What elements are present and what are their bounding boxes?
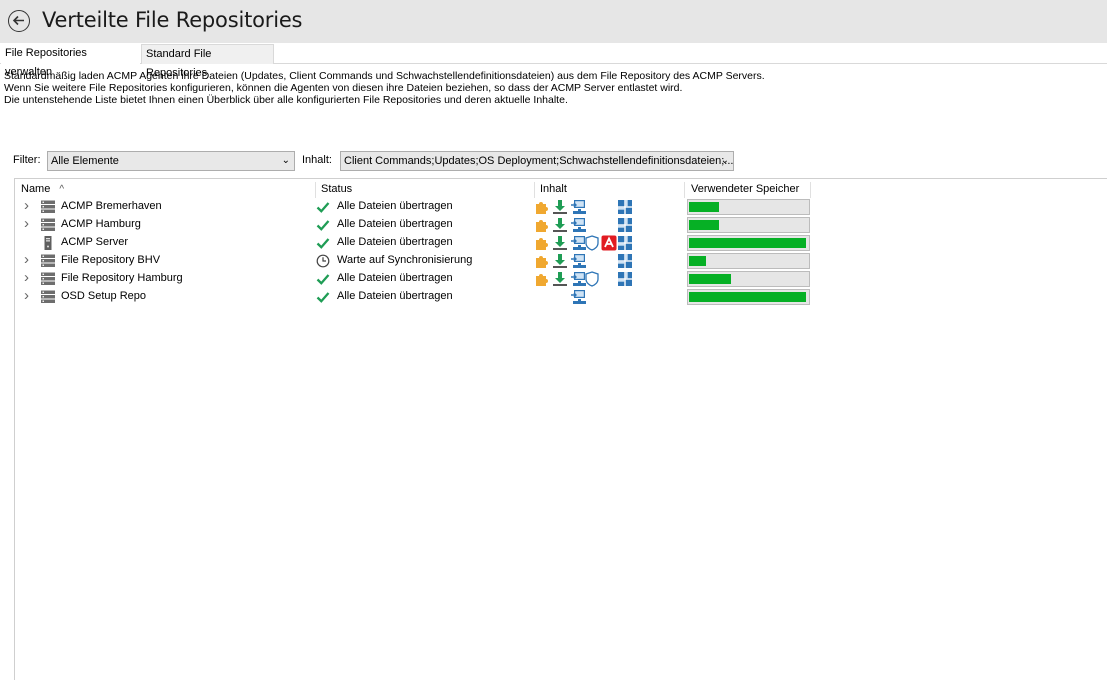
table-row[interactable]: ACMP Server Alle Dateien übertragen — [16, 234, 816, 252]
download-icon — [552, 271, 568, 287]
filter-label: Filter: — [13, 154, 41, 166]
storage-bar — [687, 289, 810, 305]
description-line: Wenn Sie weitere File Repositories konfi… — [4, 82, 683, 94]
shield-icon — [584, 235, 600, 251]
repository-name: OSD Setup Repo — [61, 290, 146, 302]
server-rack-icon — [40, 272, 56, 286]
repository-status: Alle Dateien übertragen — [337, 290, 453, 302]
storage-bar-fill — [689, 202, 719, 212]
download-icon — [552, 217, 568, 233]
content-filter-dropdown[interactable]: Client Commands;Updates;OS Deployment;Sc… — [340, 151, 734, 171]
download-icon — [552, 253, 568, 269]
repository-name: File Repository Hamburg — [61, 272, 183, 284]
filter-dropdown[interactable]: Alle Elemente ⌄ — [47, 151, 295, 171]
storage-bar-fill — [689, 238, 806, 248]
page-title: Verteilte File Repositories — [42, 8, 303, 32]
column-header-status[interactable]: Status — [316, 182, 535, 198]
puzzle-icon — [534, 199, 550, 215]
table-row[interactable]: › OSD Setup Repo Alle Dateien übertragen — [16, 287, 816, 306]
storage-bar-fill — [689, 256, 706, 266]
content-filter-value: Client Commands;Updates;OS Deployment;Sc… — [344, 155, 734, 167]
repository-name: ACMP Bremerhaven — [61, 200, 162, 212]
storage-bar-fill — [689, 292, 806, 302]
storage-bar-fill — [689, 274, 731, 284]
storage-bar — [687, 235, 810, 251]
repository-status: Warte auf Synchronisierung — [337, 254, 473, 266]
windows-icon — [617, 217, 633, 233]
table-row[interactable]: › ACMP Bremerhaven Alle Dateien übertragen — [16, 197, 816, 216]
storage-bar — [687, 253, 810, 269]
windows-icon — [617, 199, 633, 215]
download-icon — [552, 199, 568, 215]
avira-icon — [601, 235, 617, 251]
puzzle-icon — [534, 235, 550, 251]
tab-default-repositories[interactable]: Standard File Repositories — [141, 44, 274, 79]
os-deploy-icon — [570, 199, 586, 215]
repository-name: File Repository BHV — [61, 254, 161, 266]
column-header-content[interactable]: Inhalt — [535, 182, 685, 198]
column-header-label: Name — [21, 183, 51, 195]
table-row[interactable]: › ACMP Hamburg Alle Dateien übertragen — [16, 215, 816, 234]
os-deploy-icon — [570, 217, 586, 233]
storage-bar — [687, 271, 810, 287]
os-deploy-icon — [570, 253, 586, 269]
repository-name: ACMP Server — [61, 236, 129, 248]
server-rack-icon — [40, 254, 56, 268]
check-icon — [316, 236, 330, 250]
tab-bar: File Repositories verwalten Standard Fil… — [0, 44, 1107, 79]
puzzle-icon — [534, 253, 550, 269]
repository-name: ACMP Hamburg — [61, 218, 141, 230]
tab-manage-repositories[interactable]: File Repositories verwalten — [1, 44, 140, 78]
storage-bar-fill — [689, 220, 719, 230]
chevron-right-icon[interactable]: › — [24, 215, 34, 232]
table-row[interactable]: › File Repository Hamburg Alle Dateien übe… — [16, 269, 816, 288]
repository-status: Alle Dateien übertragen — [337, 218, 453, 230]
storage-bar — [687, 217, 810, 233]
windows-icon — [617, 235, 633, 251]
chevron-right-icon[interactable]: › — [24, 287, 34, 304]
back-arrow-icon[interactable] — [8, 10, 30, 32]
chevron-right-icon[interactable]: › — [24, 269, 34, 286]
check-icon — [316, 272, 330, 286]
description-line: Die untenstehende Liste bietet Ihnen ein… — [4, 94, 568, 106]
check-icon — [316, 200, 330, 214]
windows-icon — [617, 253, 633, 269]
sort-ascending-icon: ^ — [59, 184, 65, 195]
windows-icon — [617, 271, 633, 287]
title-bar: Verteilte File Repositories — [0, 0, 1107, 43]
table-row[interactable]: › File Repository BHV Warte auf Synchronis… — [16, 251, 816, 270]
column-header-name[interactable]: Name ^ — [16, 182, 316, 198]
shield-icon — [584, 271, 600, 287]
server-tower-icon — [40, 236, 56, 250]
download-icon — [552, 235, 568, 251]
repository-status: Alle Dateien übertragen — [337, 236, 453, 248]
chevron-down-icon: ⌄ — [720, 155, 729, 166]
server-rack-icon — [40, 200, 56, 214]
chevron-right-icon[interactable]: › — [24, 197, 34, 214]
check-icon — [316, 290, 330, 304]
column-header-storage[interactable]: Verwendeter Speicher — [686, 182, 811, 198]
chevron-down-icon: ⌄ — [281, 155, 290, 166]
storage-bar — [687, 199, 810, 215]
puzzle-icon — [534, 217, 550, 233]
clock-icon — [316, 254, 330, 268]
repository-status: Alle Dateien übertragen — [337, 272, 453, 284]
server-rack-icon — [40, 290, 56, 304]
description-text: Standardmäßig laden ACMP Agenten ihre Da… — [4, 70, 765, 106]
repository-status: Alle Dateien übertragen — [337, 200, 453, 212]
os-deploy-icon — [570, 289, 586, 305]
chevron-right-icon[interactable]: › — [24, 251, 34, 268]
content-filter-label: Inhalt: — [302, 154, 332, 166]
server-rack-icon — [40, 218, 56, 232]
check-icon — [316, 218, 330, 232]
filter-value: Alle Elemente — [51, 155, 119, 167]
puzzle-icon — [534, 271, 550, 287]
description-line: Standardmäßig laden ACMP Agenten ihre Da… — [4, 70, 765, 82]
